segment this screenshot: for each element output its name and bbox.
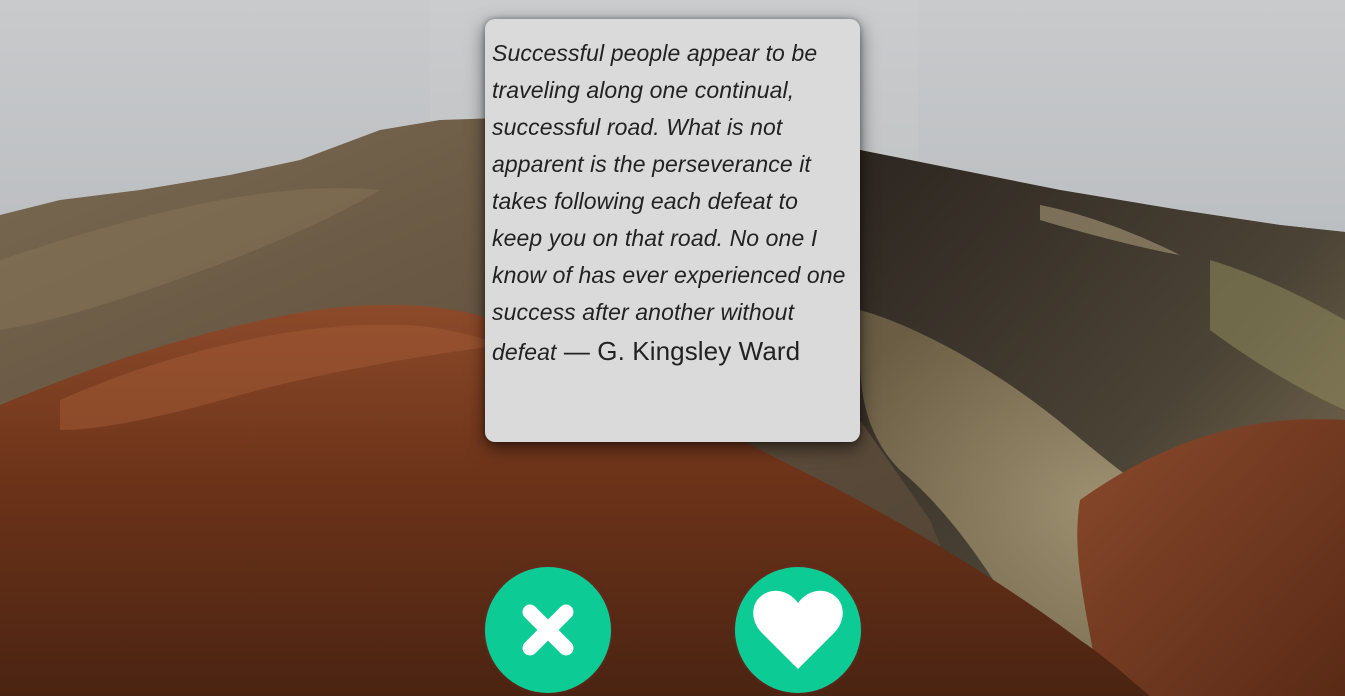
quote-body: Successful people appear to be traveling… (492, 40, 846, 365)
like-button[interactable] (735, 567, 861, 693)
close-icon (522, 604, 574, 656)
quote-author: G. Kingsley Ward (597, 336, 801, 366)
heart-icon (753, 590, 843, 669)
quote-card: Successful people appear to be traveling… (485, 19, 860, 442)
quote-text: Successful people appear to be traveling… (492, 35, 850, 371)
quote-separator: — (556, 336, 598, 366)
reject-button[interactable] (485, 567, 611, 693)
